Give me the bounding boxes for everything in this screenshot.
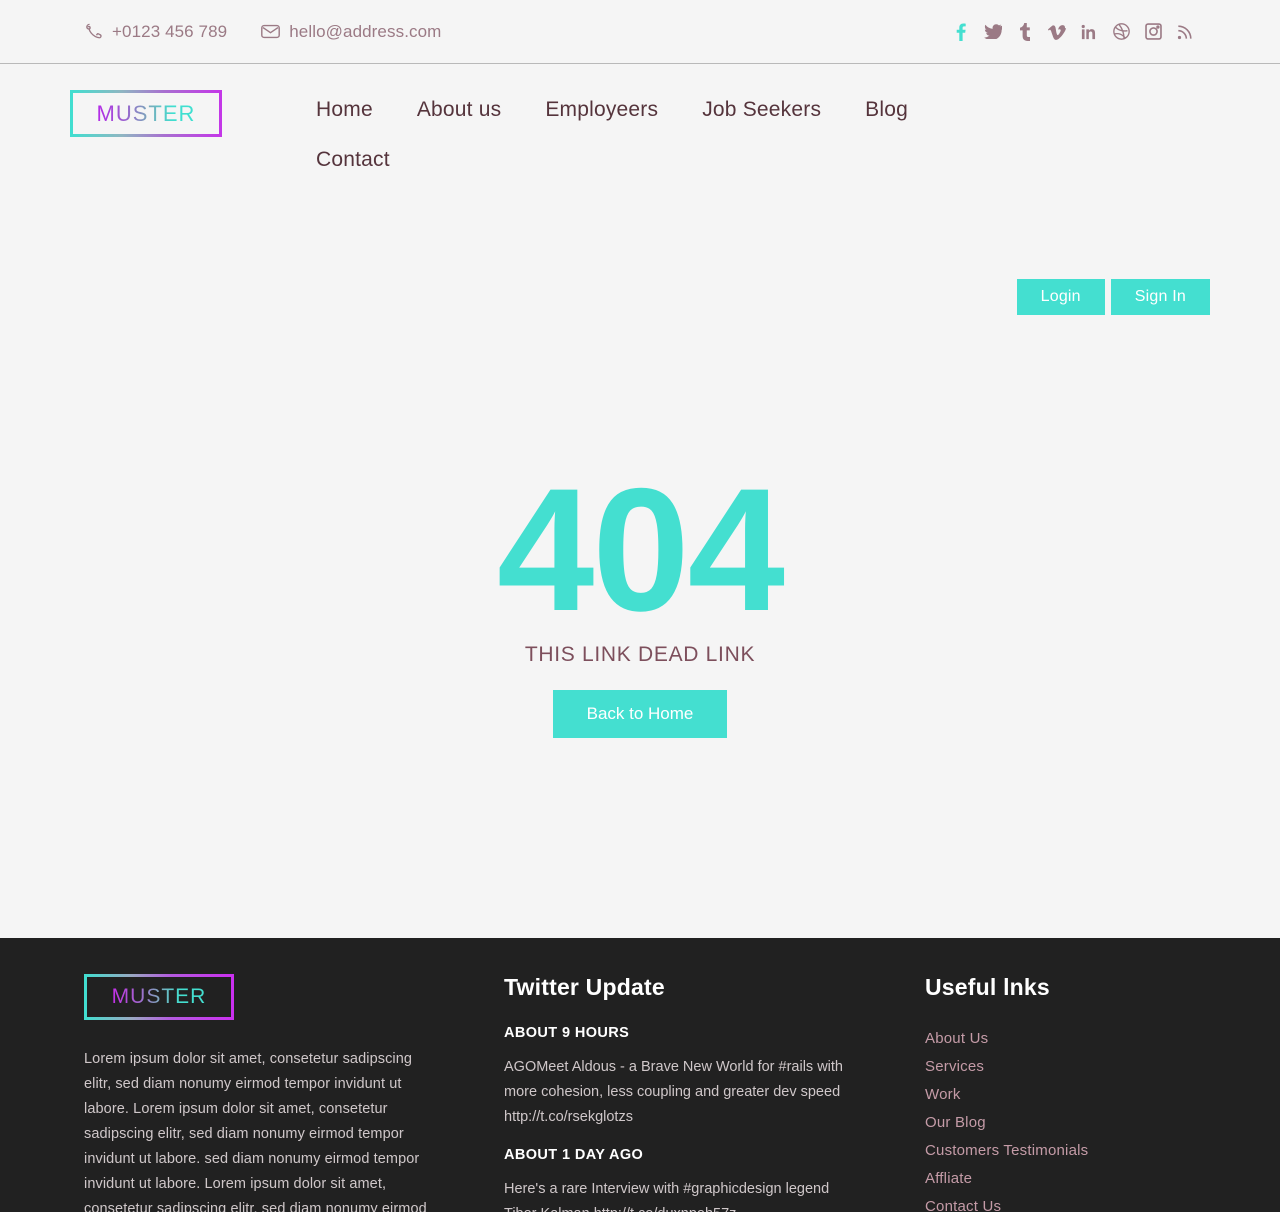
useful-links-list: About Us Services Work Our Blog Customer…	[925, 1025, 1245, 1212]
footer-twitter-column: Twitter Update ABOUT 9 HOURS AGOMeet Ald…	[504, 974, 849, 1212]
nav-item-employeers[interactable]: Employeers	[545, 98, 658, 122]
useful-links-title: Useful lnks	[925, 974, 1050, 1000]
tweet-timestamp: ABOUT 1 DAY AGO	[504, 1147, 644, 1163]
rss-icon[interactable]	[1174, 21, 1196, 43]
footer-logo[interactable]: MUSTER	[84, 974, 234, 1020]
header-row: MUSTER Home About us Employeers Job Seek…	[70, 86, 1210, 172]
nav-item-about-us[interactable]: About us	[417, 98, 502, 122]
auth-buttons: Login Sign In	[1016, 279, 1210, 315]
phone-number: +0123 456 789	[112, 21, 228, 41]
phone-icon	[84, 22, 103, 41]
twitter-update-title: Twitter Update	[504, 974, 665, 1000]
signin-button[interactable]: Sign In	[1110, 279, 1210, 315]
site-header: MUSTER Home About us Employeers Job Seek…	[0, 64, 1280, 315]
footer-logo-inner: MUSTER	[87, 977, 231, 1017]
logo-inner: MUSTER	[73, 93, 219, 134]
footer-link-contact-us[interactable]: Contact Us	[925, 1193, 1245, 1212]
vimeo-icon[interactable]	[1046, 21, 1068, 43]
email-address: hello@address.com	[289, 21, 442, 41]
dribbble-icon[interactable]	[1110, 21, 1132, 43]
linkedin-icon[interactable]	[1078, 21, 1100, 43]
phone-contact[interactable]: +0123 456 789	[84, 22, 227, 42]
facebook-icon[interactable]	[950, 21, 972, 43]
footer-link-our-blog[interactable]: Our Blog	[925, 1109, 1245, 1137]
footer-link-work[interactable]: Work	[925, 1081, 1245, 1109]
main-navigation: Home About us Employeers Job Seekers Blo…	[316, 86, 1016, 172]
tumblr-icon[interactable]	[1014, 21, 1036, 43]
site-footer: MUSTER Lorem ipsum dolor sit amet, conse…	[0, 938, 1280, 1212]
footer-about-column: MUSTER Lorem ipsum dolor sit amet, conse…	[84, 974, 434, 1212]
footer-useful-links-column: Useful lnks About Us Services Work Our B…	[925, 974, 1245, 1212]
nav-item-job-seekers[interactable]: Job Seekers	[702, 98, 821, 122]
instagram-icon[interactable]	[1142, 21, 1164, 43]
nav-item-contact[interactable]: Contact	[316, 148, 390, 172]
twitter-icon[interactable]	[982, 21, 1004, 43]
footer-link-customers-testimonials[interactable]: Customers Testimonials	[925, 1137, 1245, 1165]
back-to-home-button[interactable]: Back to Home	[552, 689, 728, 738]
nav-item-home[interactable]: Home	[316, 98, 373, 122]
envelope-icon	[261, 22, 281, 41]
logo-text: MUSTER	[96, 100, 196, 126]
footer-about-text: Lorem ipsum dolor sit amet, consetetur s…	[84, 1051, 427, 1212]
error-message: THIS LINK DEAD LINK	[524, 642, 756, 666]
email-contact[interactable]: hello@address.com	[261, 22, 441, 42]
footer-link-services[interactable]: Services	[925, 1053, 1245, 1081]
tweet-text: AGOMeet Aldous - a Brave New World for #…	[504, 1059, 843, 1125]
footer-link-affliate[interactable]: Affliate	[925, 1165, 1245, 1193]
error-code: 404	[497, 453, 785, 648]
tweet-timestamp: ABOUT 9 HOURS	[504, 1025, 630, 1041]
login-button[interactable]: Login	[1016, 279, 1105, 315]
top-contact-bar: +0123 456 789 hello@address.com	[0, 0, 1280, 64]
tweet-text: Here's a rare Interview with #graphicdes…	[504, 1181, 830, 1212]
footer-logo-text: MUSTER	[111, 985, 207, 1008]
top-contact-group: +0123 456 789 hello@address.com	[84, 22, 441, 42]
social-links	[950, 21, 1196, 43]
site-logo[interactable]: MUSTER	[70, 90, 222, 137]
footer-columns: MUSTER Lorem ipsum dolor sit amet, conse…	[84, 974, 1196, 1212]
error-content: 404 THIS LINK DEAD LINK Back to Home	[0, 294, 1280, 938]
nav-item-blog[interactable]: Blog	[865, 98, 908, 122]
footer-link-about-us[interactable]: About Us	[925, 1025, 1245, 1053]
